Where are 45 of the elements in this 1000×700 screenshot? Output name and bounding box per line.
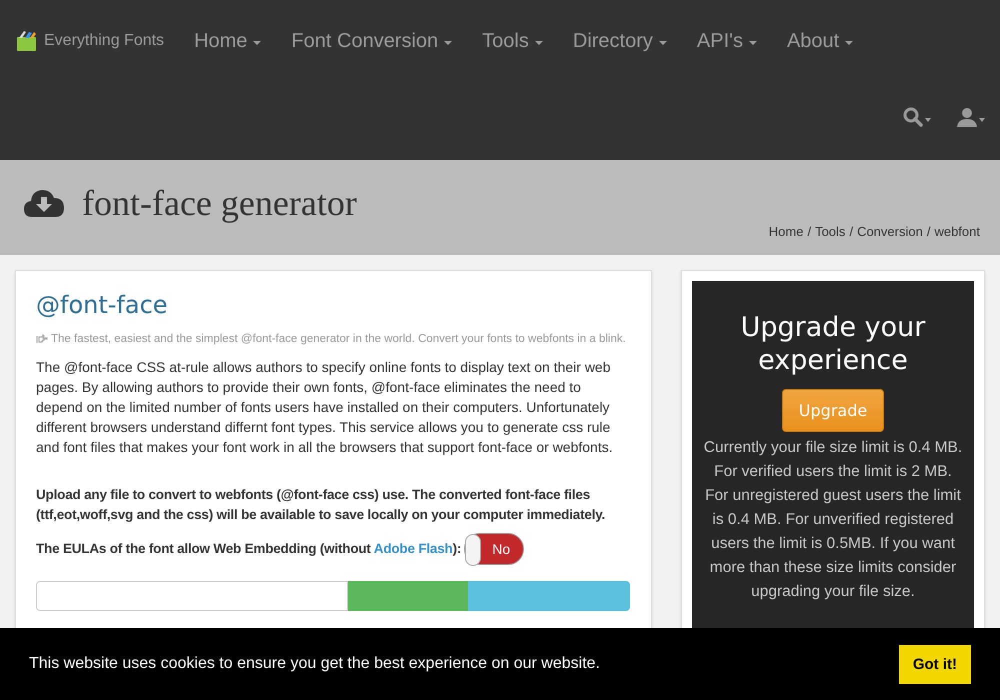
- pointing-hand-icon: [36, 334, 48, 344]
- nav-menu-item[interactable]: Home: [194, 30, 262, 52]
- breadcrumb-link[interactable]: Conversion: [857, 224, 923, 239]
- upload-button[interactable]: [468, 581, 630, 611]
- caret-icon: [748, 40, 757, 44]
- breadcrumb-separator: /: [849, 224, 854, 239]
- upload-note: Upload any file to convert to webfonts (@font-face css) use. The converted font-face files (ttf,eot,woff,svg and the css) will be available to save locally on your computer immediately.: [36, 486, 606, 524]
- nav-menu-item[interactable]: Directory: [572, 30, 667, 52]
- adobe-flash-link[interactable]: Adobe Flash: [374, 541, 453, 556]
- nav-menu-item[interactable]: API's: [696, 30, 757, 52]
- nav-menu-item[interactable]: Font Conversion: [291, 30, 452, 52]
- nav-menu-item[interactable]: About: [786, 30, 854, 52]
- user-dropdown[interactable]: [957, 107, 985, 127]
- caret-icon: [845, 40, 854, 44]
- eula-label: The EULAs of the font allow Web Embedding (without Adobe Flash):: [36, 540, 462, 558]
- caret-icon: [534, 40, 543, 44]
- caret-icon: [925, 118, 931, 122]
- user-icon: [957, 107, 977, 127]
- caret-icon: [979, 118, 985, 122]
- breadcrumb-link[interactable]: webfont: [934, 224, 980, 239]
- upgrade-title: Upgrade your experience: [740, 311, 926, 377]
- caret-icon: [444, 40, 452, 44]
- tagline-text: The fastest, easiest and the simplest @font-face generator in the world. Convert your fonts to webfonts in a blink.: [51, 332, 626, 347]
- nav-menu-item[interactable]: Tools: [482, 30, 543, 52]
- caret-icon: [253, 40, 262, 44]
- brand-link[interactable]: Everything Fonts: [15, 29, 164, 53]
- description-text: The @font-face CSS at-rule allows authors to specify online fonts to display text on their web pages. By allowing authors to provide their own fonts, @font-face eliminates the need to depend on the limited number of fonts users have installed on their computers. Unfortunately different browsers understand differnt font types. This service allows you to generate css rule and font files that makes your font work in all the browsers that support font-face or webfonts.: [36, 358, 614, 457]
- upgrade-text: Currently your file size limit is 0.4 MB. For verified users the limit is 2 MB. For unregistered guest users the limit is 0.4 MB. For unverified registered users the limit is 0.5MB. If you want more than these size limits consider upgrading your file size.: [702, 438, 964, 602]
- breadcrumb-link[interactable]: Home: [768, 224, 804, 239]
- breadcrumb-separator: /: [926, 224, 930, 239]
- cloud-download-icon: [24, 188, 64, 218]
- cookie-message: This website uses cookies to ensure you get the best experience on our website.: [29, 655, 600, 673]
- section-heading: @font-face: [36, 291, 169, 319]
- toggle-switch[interactable]: No: [464, 533, 524, 565]
- search-dropdown[interactable]: [903, 107, 931, 127]
- toolbox-icon: [15, 29, 39, 53]
- file-input-field[interactable]: [36, 581, 348, 611]
- browse-button[interactable]: [348, 581, 468, 611]
- search-icon: [903, 107, 923, 127]
- upgrade-button[interactable]: Upgrade: [782, 389, 884, 432]
- page-title: font-face generator: [82, 182, 357, 224]
- breadcrumb-link[interactable]: Tools: [815, 224, 846, 239]
- caret-icon: [658, 40, 667, 44]
- breadcrumb-separator: /: [807, 224, 812, 239]
- accept-button[interactable]: Got it!: [898, 644, 971, 684]
